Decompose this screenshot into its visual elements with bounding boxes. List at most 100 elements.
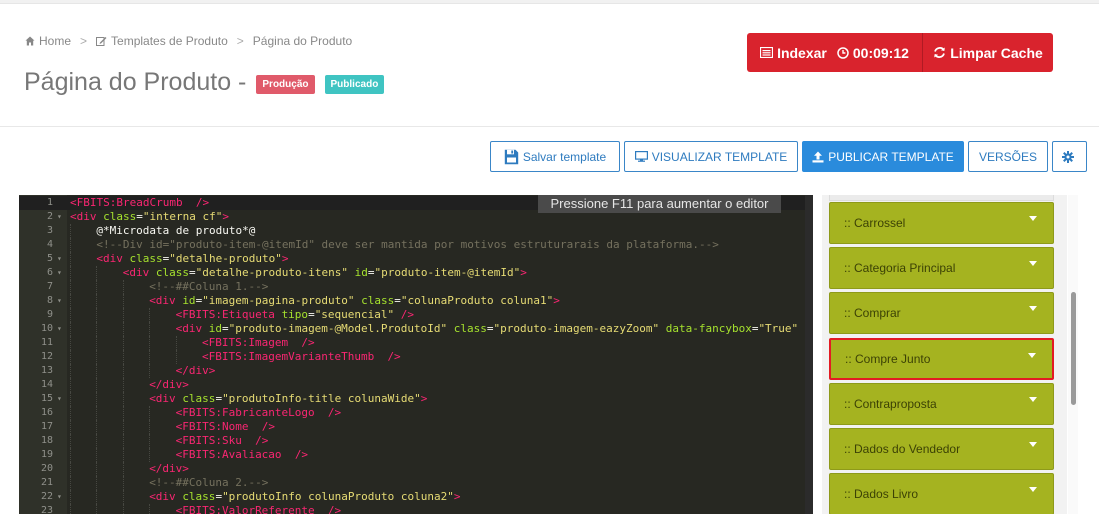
indent-guide — [70, 476, 71, 490]
indent-guide — [149, 308, 151, 322]
code-text: <div class="detalhe-produto"> — [96, 252, 288, 266]
editor-line[interactable]: 14 </div> — [19, 378, 813, 392]
page-scrollbar-thumb[interactable] — [1071, 292, 1076, 405]
code-token: class — [155, 266, 190, 279]
publish-template-button[interactable]: PUBLICAR TEMPLATE — [802, 141, 964, 172]
code-text: </div> — [149, 462, 189, 476]
editor-line[interactable]: 3 @*Microdata de produto*@ — [19, 224, 813, 238]
indent-guide — [96, 392, 98, 406]
desktop-icon — [634, 151, 648, 162]
editor-line[interactable]: 6 ▾ <div class="detalhe-produto-itens" id=… — [19, 266, 813, 280]
index-timer: 00:09:12 — [837, 45, 909, 61]
settings-button[interactable] — [1052, 141, 1087, 172]
editor-line[interactable]: 10 ▾ <div id="produto-imagem-@Model.Produt… — [19, 322, 813, 336]
component-item-label: :: Comprar — [844, 306, 901, 321]
code-token: id — [354, 266, 368, 279]
line-number: 16 — [40, 407, 53, 418]
editor-line[interactable]: 8 ▾ <div id="imagem-pagina-produto" class=… — [19, 294, 813, 308]
view-template-button[interactable]: VISUALIZAR TEMPLATE — [624, 141, 798, 172]
status-badge: Publicado — [324, 75, 385, 94]
editor-line[interactable]: 16 <FBITS:FabricanteLogo /> — [19, 406, 813, 420]
code-token: = — [367, 266, 375, 279]
code-token: <FBITS:Nome — [175, 420, 249, 433]
versions-button[interactable]: VERSÕES — [968, 141, 1048, 172]
indent-guide — [70, 238, 71, 252]
editor-line[interactable]: 9 <FBITS:Etiqueta tipo="sequencial" /> — [19, 308, 813, 322]
indent-guide — [122, 378, 124, 392]
component-item[interactable]: :: Categoria Principal — [829, 247, 1054, 290]
editor-line[interactable]: 19 <FBITS:Avaliacao /> — [19, 448, 813, 462]
fold-toggle-icon[interactable]: ▾ — [57, 322, 62, 336]
line-number: 7 — [46, 281, 53, 292]
code-token: class — [361, 294, 395, 307]
fold-toggle-icon[interactable]: ▾ — [57, 252, 62, 266]
code-token: class — [103, 210, 137, 223]
component-item[interactable]: :: Dados Livro — [829, 473, 1054, 514]
editor-line[interactable]: 23 <FBITS:ValorReferente /> — [19, 504, 813, 514]
component-item[interactable]: :: Carrossel — [829, 202, 1054, 244]
breadcrumb-templates[interactable]: Templates de Produto — [96, 34, 228, 48]
breadcrumb-home-label: Home — [39, 34, 72, 48]
top-strip — [0, 0, 1099, 4]
indent-guide — [122, 336, 124, 350]
code-token: <FBITS:Imagem — [202, 336, 289, 349]
fold-toggle-icon[interactable]: ▾ — [57, 490, 62, 504]
component-item[interactable]: :: Compre Junto — [829, 337, 1054, 380]
index-button[interactable]: Indexar 00:09:12 — [747, 33, 922, 72]
code-token: /> — [294, 448, 309, 461]
line-number: 22 — [40, 491, 53, 502]
fold-toggle-icon[interactable]: ▾ — [57, 210, 62, 224]
editor-line[interactable]: 11 <FBITS:Imagem /> — [19, 336, 813, 350]
line-number: 5 — [46, 253, 53, 264]
page-title: Página do Produto - Produção Publicado — [24, 68, 385, 97]
line-number: 4 — [46, 239, 53, 250]
editor-fullscreen-hint: Pressione F11 para aumentar o editor — [538, 195, 781, 213]
refresh-icon — [934, 47, 946, 58]
indent-guide — [70, 224, 71, 238]
editor-line[interactable]: 13 </div> — [19, 364, 813, 378]
editor-line[interactable]: 17 <FBITS:Nome /> — [19, 420, 813, 434]
code-editor[interactable]: 1 <FBITS:BreadCrumb /> 2 ▾ <div class="inter… — [19, 195, 813, 514]
indent-guide — [70, 434, 71, 448]
component-item[interactable]: :: Comprar — [829, 292, 1054, 335]
indent-guide — [96, 322, 98, 336]
code-text: <FBITS:Avaliacao /> — [176, 448, 308, 462]
code-token: "produtoInfo colunaProduto coluna2" — [222, 490, 454, 503]
code-text: <FBITS:Sku /> — [176, 434, 269, 448]
code-text: <!--Div id="produto-item-@itemId" deve s… — [96, 238, 719, 252]
editor-scrollbar-track[interactable] — [805, 195, 813, 514]
editor-line[interactable]: 20 </div> — [19, 462, 813, 476]
code-token: <FBITS:Sku — [175, 434, 242, 447]
editor-line[interactable]: 4 <!--Div id="produto-item-@itemId" deve … — [19, 238, 813, 252]
component-item[interactable]: :: Dados do Vendedor — [829, 428, 1054, 470]
component-item[interactable]: :: Contraproposta — [829, 382, 1054, 425]
editor-line[interactable]: 22 ▾ <div class="produtoInfo colunaProduto… — [19, 490, 813, 504]
code-token: "produto-imagem-eazyZoom" — [493, 322, 660, 335]
fold-toggle-icon[interactable]: ▾ — [57, 294, 62, 308]
editor-line[interactable]: 18 <FBITS:Sku /> — [19, 434, 813, 448]
indent-guide — [149, 434, 151, 448]
code-token: class — [182, 490, 216, 503]
code-token: > — [420, 392, 428, 405]
editor-line[interactable]: 21 <!--##Coluna 2.--> — [19, 476, 813, 490]
editor-line[interactable]: 7 <!--##Coluna 1.--> — [19, 280, 813, 294]
versions-label: VERSÕES — [978, 149, 1038, 164]
save-template-button[interactable]: Salvar template — [490, 141, 620, 172]
line-number: 3 — [46, 225, 53, 236]
caret-down-icon — [1028, 352, 1036, 358]
header-divider — [0, 126, 1099, 127]
editor-line[interactable]: 12 <FBITS:ImagemVarianteThumb /> — [19, 350, 813, 364]
clear-cache-button[interactable]: Limpar Cache — [922, 33, 1053, 72]
fold-toggle-icon[interactable]: ▾ — [57, 266, 62, 280]
line-number: 19 — [40, 449, 53, 460]
fold-toggle-icon[interactable]: ▾ — [57, 392, 62, 406]
editor-line[interactable]: 15 ▾ <div class="produtoInfo-title colunaW… — [19, 392, 813, 406]
editor-line[interactable]: 5 ▾ <div class="detalhe-produto"> — [19, 252, 813, 266]
breadcrumb-home[interactable]: Home — [25, 34, 71, 48]
breadcrumb-separator: > — [80, 34, 88, 48]
